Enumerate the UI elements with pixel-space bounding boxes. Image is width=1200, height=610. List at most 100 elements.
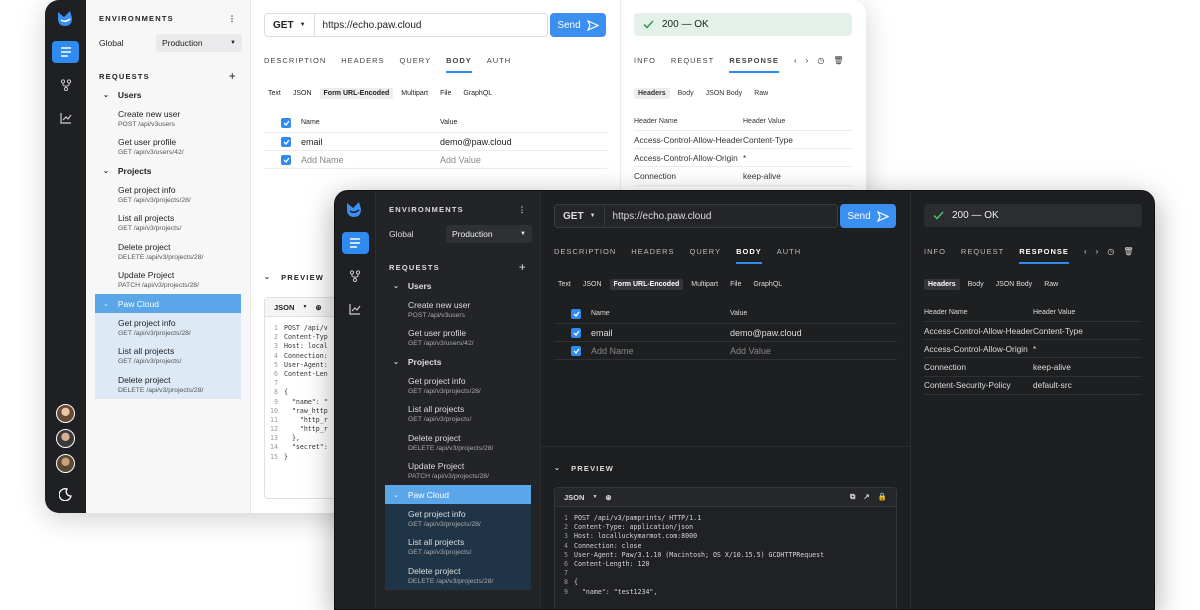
group-paw-cloud[interactable]: ⌄ Paw Cloud [95,294,241,313]
tab-info[interactable]: INFO [634,56,656,73]
tab-auth[interactable]: AUTH [777,247,801,264]
row-checkbox[interactable] [281,136,291,147]
chevron-right-icon[interactable]: › [806,56,809,65]
request-item[interactable]: List all projects GET /api/v3/projects/ [385,533,531,562]
branch-nav-icon[interactable] [52,74,79,96]
sub-tab-body[interactable]: Body [964,279,988,290]
select-all-checkbox[interactable] [281,117,291,128]
chart-nav-icon[interactable] [342,298,369,320]
body-type-form[interactable]: Form URL-Encoded [609,279,684,290]
body-type-text[interactable]: Text [554,279,575,290]
sub-tab-body[interactable]: Body [674,88,698,99]
request-item[interactable]: Create new user POST /api/v3users [86,104,250,133]
body-type-form[interactable]: Form URL-Encoded [319,88,394,99]
add-icon[interactable]: + [229,69,237,83]
sub-tab-json-body[interactable]: JSON Body [992,279,1037,290]
tab-request[interactable]: REQUEST [961,247,1004,264]
preview-header[interactable]: ⌄ PREVIEW [264,268,324,286]
environment-select[interactable]: Production ▼ [156,34,242,52]
format-select[interactable]: JSON [564,493,584,502]
sub-tab-json-body[interactable]: JSON Body [702,88,747,99]
request-item[interactable]: Get project info GET /api/v3/projects/28/ [385,504,531,533]
tab-query[interactable]: QUERY [400,56,432,73]
sub-tab-raw[interactable]: Raw [1040,279,1062,290]
tab-request[interactable]: REQUEST [671,56,714,73]
requests-nav-icon[interactable] [341,232,369,254]
trash-icon[interactable]: 🗑 [1123,247,1133,256]
group-users[interactable]: ⌄ Users [376,276,540,295]
body-type-json[interactable]: JSON [289,88,316,99]
open-external-icon[interactable]: ↗ [863,492,869,502]
tab-response[interactable]: RESPONSE [1019,247,1069,264]
body-type-file[interactable]: File [726,279,745,290]
group-paw-cloud[interactable]: ⌄ Paw Cloud [385,485,531,504]
send-button[interactable]: Send [550,13,606,37]
tab-headers[interactable]: HEADERS [631,247,674,264]
body-type-text[interactable]: Text [264,88,285,99]
lock-icon[interactable]: 🔒 [878,492,887,502]
sub-tab-headers[interactable]: Headers [634,88,670,99]
sub-tab-raw[interactable]: Raw [750,88,772,99]
copy-icon[interactable]: ⧉ [850,492,855,502]
field-name[interactable]: email [301,137,440,147]
field-name[interactable]: email [591,328,730,338]
request-item[interactable]: Get project info GET /api/v3/projects/28/ [376,371,540,400]
body-type-json[interactable]: JSON [579,279,606,290]
request-item[interactable]: Delete project DELETE /api/v3/projects/28… [95,370,241,399]
field-value[interactable]: demo@paw.cloud [440,137,607,147]
settings-icon[interactable]: ⊛ [315,303,321,312]
chart-nav-icon[interactable] [52,107,79,129]
method-select[interactable]: GET ▼ [555,205,605,227]
request-item[interactable]: List all projects GET /api/v3/projects/ [376,400,540,429]
add-value-input[interactable]: Add Value [440,155,607,165]
request-item[interactable]: List all projects GET /api/v3/projects/ [95,342,241,371]
request-item[interactable]: Create new user POST /api/v3users [376,295,540,324]
tab-body[interactable]: BODY [446,56,472,73]
field-value[interactable]: demo@paw.cloud [730,328,897,338]
request-item[interactable]: Delete project DELETE /api/v3/projects/28… [86,237,250,266]
row-checkbox[interactable] [571,327,581,338]
send-button[interactable]: Send [840,204,896,228]
settings-icon[interactable]: ⊛ [605,493,611,502]
tab-body[interactable]: BODY [736,247,762,264]
tab-query[interactable]: QUERY [690,247,722,264]
environment-select[interactable]: Production ▼ [446,225,532,243]
row-checkbox[interactable] [281,154,291,165]
trash-icon[interactable]: 🗑 [833,56,843,65]
request-item[interactable]: Delete project DELETE /api/v3/projects/28… [385,561,531,590]
avatar[interactable] [56,454,75,473]
request-item[interactable]: Delete project DELETE /api/v3/projects/28… [376,428,540,457]
branch-nav-icon[interactable] [342,265,369,287]
clock-icon[interactable]: ◷ [1107,247,1114,256]
group-projects[interactable]: ⌄ Projects [86,161,250,180]
request-item[interactable]: Get user profile GET /api/v3/users/42/ [376,324,540,353]
tab-auth[interactable]: AUTH [487,56,511,73]
group-projects[interactable]: ⌄ Projects [376,352,540,371]
chevron-right-icon[interactable]: › [1096,247,1099,256]
preview-header[interactable]: ⌄ PREVIEW [554,459,614,477]
row-checkbox[interactable] [571,345,581,356]
method-select[interactable]: GET ▼ [265,14,315,36]
group-users[interactable]: ⌄ Users [86,85,250,104]
more-icon[interactable]: ⋮ [228,14,237,23]
sub-tab-headers[interactable]: Headers [924,279,960,290]
body-type-file[interactable]: File [436,88,455,99]
url-input[interactable]: https://echo.paw.cloud [315,20,422,31]
select-all-checkbox[interactable] [571,308,581,319]
requests-nav-icon[interactable] [52,41,79,63]
chevron-left-icon[interactable]: ‹ [1084,247,1087,256]
avatar[interactable] [56,429,75,448]
add-name-input[interactable]: Add Name [591,346,730,356]
request-item[interactable]: Get project info GET /api/v3/projects/28/ [95,313,241,342]
url-input[interactable]: https://echo.paw.cloud [605,211,712,222]
body-type-multipart[interactable]: Multipart [687,279,722,290]
request-item[interactable]: Get project info GET /api/v3/projects/28/ [86,180,250,209]
request-item[interactable]: Get user profile GET /api/v3/users/42/ [86,133,250,162]
request-item[interactable]: Update Project PATCH /api/v3/projects/28/ [376,457,540,486]
more-icon[interactable]: ⋮ [518,205,527,214]
chevron-left-icon[interactable]: ‹ [794,56,797,65]
request-item[interactable]: List all projects GET /api/v3/projects/ [86,209,250,238]
tab-description[interactable]: DESCRIPTION [554,247,616,264]
tab-headers[interactable]: HEADERS [341,56,384,73]
clock-icon[interactable]: ◷ [817,56,824,65]
